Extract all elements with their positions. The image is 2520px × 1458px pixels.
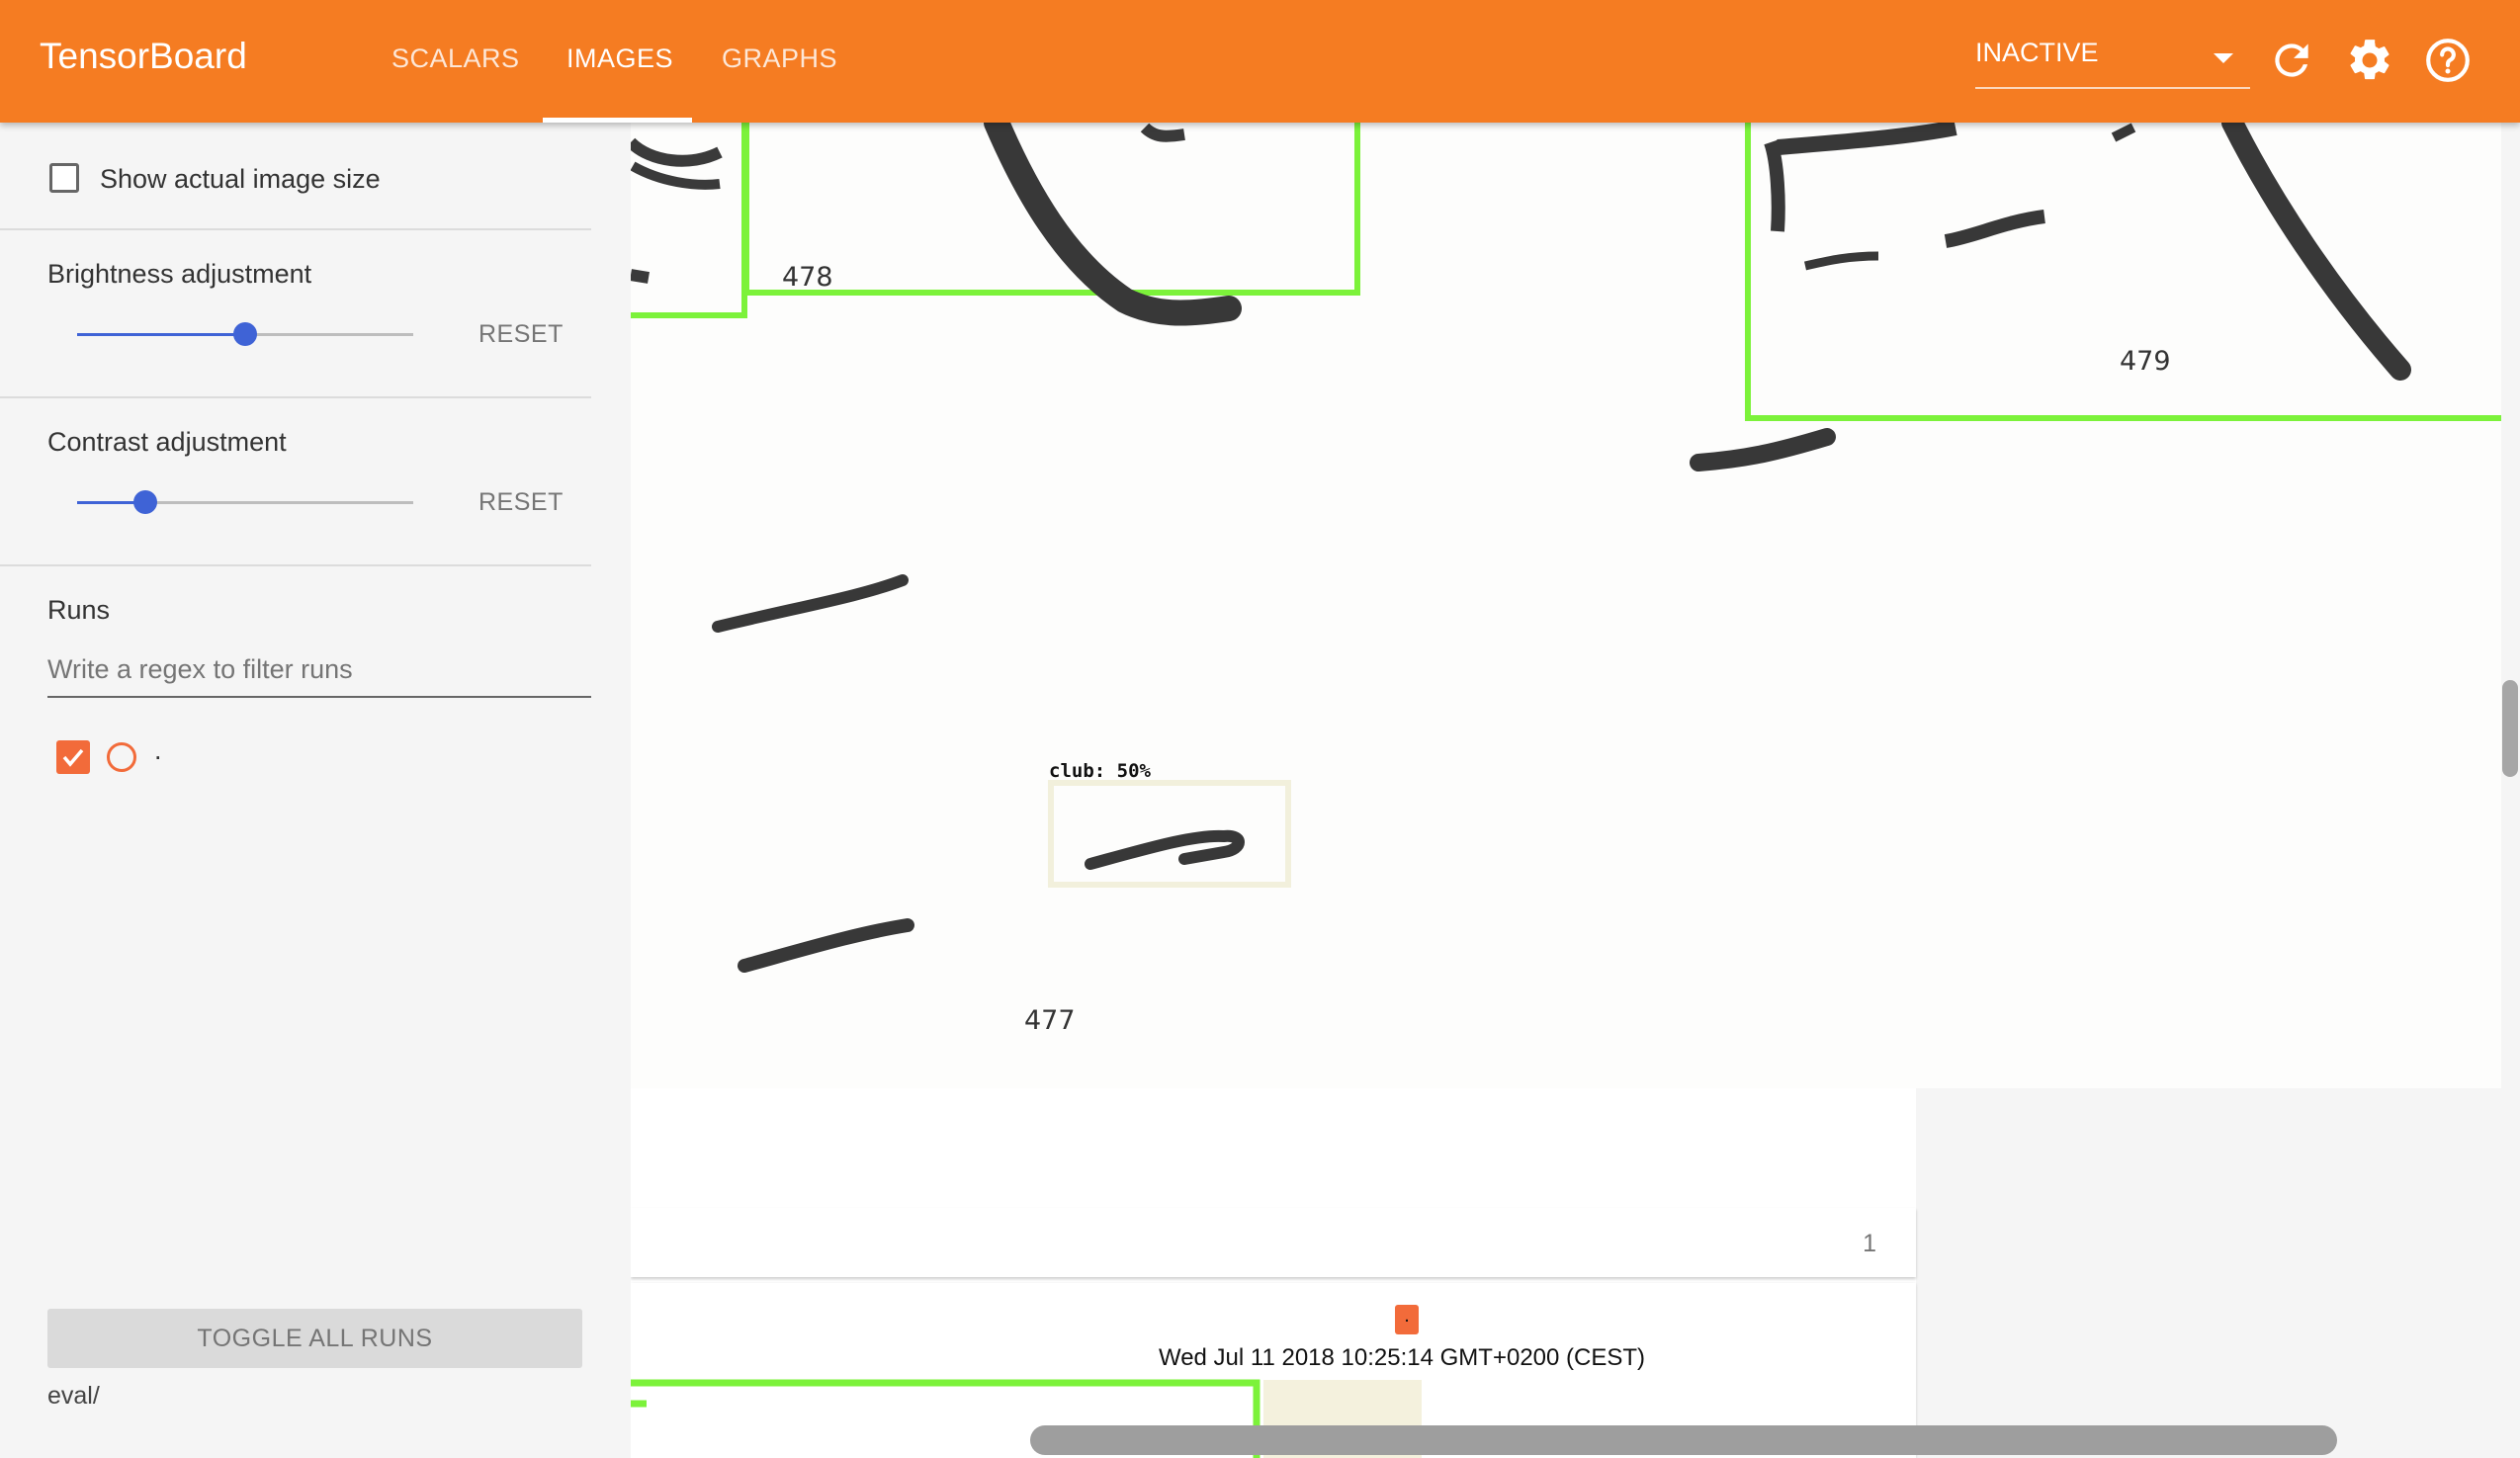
- contrast-slider-knob[interactable]: [133, 490, 157, 514]
- brightness-slider-knob[interactable]: [233, 322, 257, 346]
- toggle-all-runs-button[interactable]: TOGGLE ALL RUNS: [47, 1309, 582, 1368]
- active-tab-indicator: [543, 118, 692, 123]
- step-number: 1: [1863, 1230, 1876, 1257]
- divider: [0, 396, 591, 398]
- run-tag-badge: .: [1395, 1305, 1419, 1334]
- status-dropdown[interactable]: INACTIVE: [1975, 38, 2250, 89]
- image-number-477: 477: [1024, 1005, 1076, 1036]
- contrast-reset-button[interactable]: RESET: [478, 488, 564, 517]
- main-content: 478 479 club: 50% 477 1 . Wed Jul 11 201…: [631, 123, 2520, 1458]
- tab-scalars[interactable]: SCALARS: [391, 43, 520, 74]
- settings-icon[interactable]: [2345, 36, 2394, 85]
- image-viewer: 478 479 club: 50% 477: [631, 123, 2501, 1088]
- refresh-icon[interactable]: [2267, 36, 2316, 85]
- run-tag-text: .: [1404, 1305, 1410, 1327]
- detection-image: 478 479 club: 50% 477: [631, 123, 2501, 1088]
- show-actual-size-checkbox[interactable]: [49, 163, 79, 193]
- runs-filter-input[interactable]: Write a regex to filter runs: [47, 654, 591, 698]
- step-slider[interactable]: 1: [631, 1208, 1916, 1277]
- log-dir-label: eval/: [47, 1382, 100, 1410]
- runs-title: Runs: [47, 595, 111, 625]
- sidebar: Show actual image size Brightness adjust…: [0, 123, 591, 1458]
- contrast-label: Contrast adjustment: [47, 427, 287, 457]
- brightness-reset-button[interactable]: RESET: [478, 320, 564, 349]
- divider: [0, 564, 591, 566]
- run-checkbox[interactable]: [56, 740, 90, 774]
- top-toolbar: TensorBoard SCALARS IMAGES GRAPHS INACTI…: [0, 0, 2520, 123]
- vertical-scrollbar[interactable]: [2502, 680, 2518, 777]
- ink-stroke: [631, 269, 650, 284]
- check-icon: [62, 748, 84, 767]
- tab-images[interactable]: IMAGES: [566, 43, 673, 74]
- run-name: .: [154, 735, 162, 765]
- image-number-479: 479: [2120, 346, 2171, 377]
- tab-graphs[interactable]: GRAPHS: [722, 43, 837, 74]
- divider: [0, 228, 591, 230]
- show-actual-size-label: Show actual image size: [100, 164, 381, 194]
- run-color-dot[interactable]: [107, 742, 136, 772]
- help-icon[interactable]: [2423, 36, 2473, 85]
- image-timestamp: Wed Jul 11 2018 10:25:14 GMT+0200 (CEST): [1158, 1344, 1646, 1371]
- horizontal-scrollbar[interactable]: [1030, 1425, 2337, 1455]
- app-title: TensorBoard: [40, 36, 247, 76]
- brightness-label: Brightness adjustment: [47, 259, 312, 289]
- status-value: INACTIVE: [1975, 38, 2099, 67]
- detection-label: club: 50%: [1049, 760, 1152, 782]
- chevron-down-icon: [2214, 53, 2233, 63]
- ink-stroke: [1764, 139, 1785, 232]
- brightness-slider-fill: [77, 333, 245, 336]
- image-number-478: 478: [782, 262, 833, 293]
